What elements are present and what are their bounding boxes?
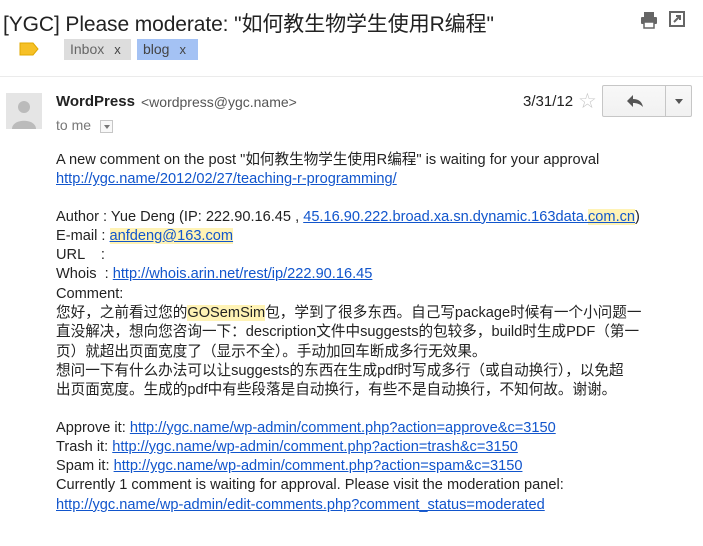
email-line: E-mail : anfdeng@163.com (56, 227, 696, 246)
email-label: E-mail : (56, 227, 110, 244)
print-icon[interactable] (640, 11, 658, 29)
comment-line: 您好，之前看过您的GOSemSim包，学到了很多东西。自己写package时候有… (56, 304, 696, 323)
approve-label: Approve it: (56, 419, 130, 436)
person-icon (12, 101, 36, 129)
remove-label-button[interactable]: x (114, 42, 121, 57)
intro-line: A new comment on the post "如何教生物学生使用R编程"… (56, 151, 696, 170)
more-actions-button[interactable] (665, 85, 692, 117)
comment-text: 包，学到了很多东西。自己写package时候有一个小问题一 (265, 305, 642, 322)
author-host-highlight: com.cn (588, 208, 636, 225)
label-chip-text: Inbox (70, 41, 105, 57)
spam-link[interactable]: http://ygc.name/wp-admin/comment.php?act… (114, 458, 523, 474)
spam-label: Spam it: (56, 458, 114, 475)
email-date: 3/31/12 (523, 93, 574, 110)
intro-text: A new comment on the post "如何教生物学生使用R编程"… (56, 152, 600, 168)
sender-email: <wordpress@ygc.name> (141, 94, 297, 110)
url-line: URL : (56, 247, 105, 264)
sender-name[interactable]: WordPress (56, 93, 135, 110)
whois-label: Whois : (56, 266, 113, 283)
author-host-text: 45.16.90.222.broad.xa.sn.dynamic.163data… (303, 208, 588, 225)
author-close: ) (635, 208, 640, 225)
label-chip-inbox[interactable]: Inbox x (64, 39, 131, 60)
reply-button[interactable] (602, 85, 666, 117)
approve-line: Approve it: http://ygc.name/wp-admin/com… (56, 419, 696, 438)
author-label: Author : Yue Deng (IP: 222.90.16.45 , (56, 208, 304, 225)
new-window-icon[interactable] (669, 11, 685, 27)
comment-label: Comment: (56, 285, 124, 302)
author-line: Author : Yue Deng (IP: 222.90.16.45 , 45… (56, 208, 696, 227)
commenter-email-link[interactable]: anfdeng@163.com (109, 227, 234, 244)
divider (0, 76, 703, 77)
spam-line: Spam it: http://ygc.name/wp-admin/commen… (56, 457, 696, 476)
email-body: A new comment on the post "如何教生物学生使用R编程"… (56, 151, 696, 515)
email-subject: [YGC] Please moderate: "如何教生物学生使用R编程" (3, 13, 494, 36)
comment-line: 想问一下有什么办法可以让suggests的东西在生成pdf时写成多行（或自动换行… (56, 362, 624, 379)
comment-line: 直没解决，想向您咨询一下：description文件中suggests的包较多，… (56, 324, 640, 341)
recipient-details-dropdown[interactable] (100, 120, 113, 133)
remove-label-button[interactable]: x (179, 42, 186, 57)
trash-label: Trash it: (56, 438, 113, 455)
post-link[interactable]: http://ygc.name/2012/02/27/teaching-r-pr… (56, 171, 397, 187)
label-chip-blog[interactable]: blog x (137, 39, 198, 60)
whois-link[interactable]: http://whois.arin.net/rest/ip/222.90.16.… (113, 266, 373, 282)
approve-link[interactable]: http://ygc.name/wp-admin/comment.php?act… (130, 420, 556, 436)
comment-line: 页）就超出页面宽度了（显示不全）。手动加回车断成多行无效果。 (56, 343, 487, 360)
avatar (6, 93, 42, 129)
star-icon[interactable]: ☆ (578, 89, 597, 114)
pending-text: Currently 1 comment is waiting for appro… (56, 477, 564, 494)
recipient-label: to me (56, 117, 92, 133)
reply-icon (627, 95, 643, 107)
comment-text: 您好，之前看过您的 (56, 305, 188, 322)
moderation-link[interactable]: http://ygc.name/wp-admin/edit-comments.p… (56, 497, 545, 513)
author-host-link[interactable]: 45.16.90.222.broad.xa.sn.dynamic.163data… (303, 208, 636, 225)
whois-line: Whois : http://whois.arin.net/rest/ip/22… (56, 265, 696, 284)
trash-link[interactable]: http://ygc.name/wp-admin/comment.php?act… (112, 439, 518, 455)
label-tag-icon (19, 42, 39, 56)
label-chip-text: blog (143, 41, 170, 57)
comment-highlight: GOSemSim (187, 305, 266, 322)
trash-line: Trash it: http://ygc.name/wp-admin/comme… (56, 438, 696, 457)
comment-line: 出页面宽度。生成的pdf中有些段落是自动换行，有些不是自动换行，不知何故。谢谢。 (56, 382, 617, 399)
